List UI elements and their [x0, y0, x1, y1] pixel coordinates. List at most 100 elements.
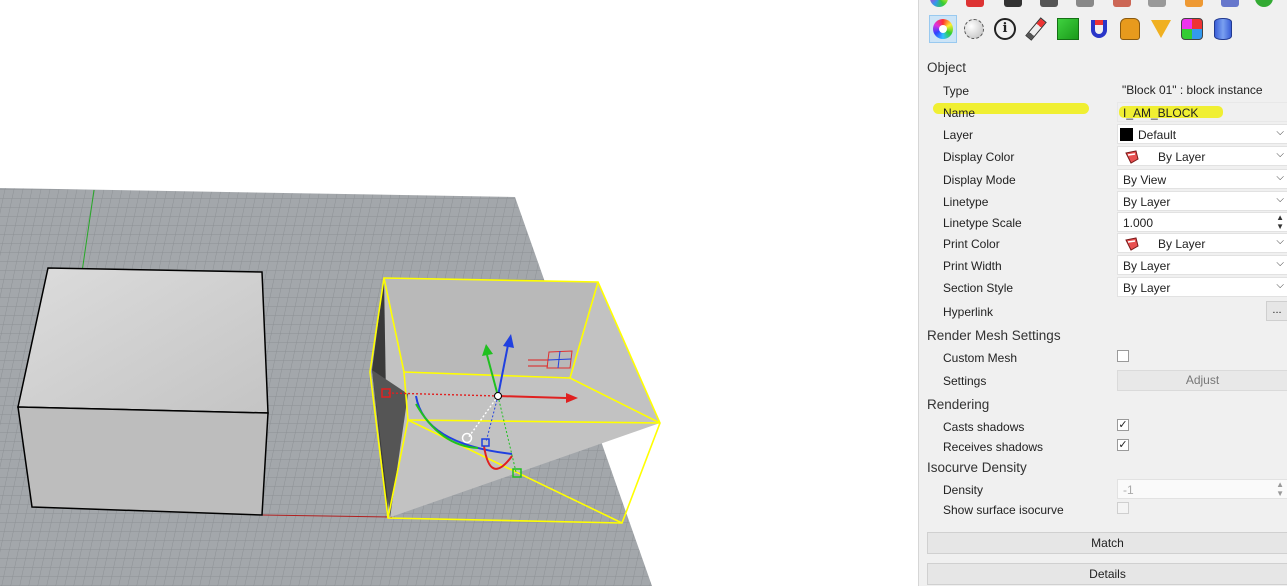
color-swatch-icon — [1125, 237, 1139, 251]
match-button[interactable]: Match — [927, 532, 1287, 554]
custom-mesh-checkbox[interactable] — [1117, 350, 1129, 362]
section-object: Object — [927, 60, 967, 75]
panel-tabs-row — [919, 0, 1287, 11]
prop-row-type: Type "Block 01" : block instance — [927, 80, 1287, 102]
chevron-down-icon: ⌵ — [1276, 258, 1284, 269]
layer-color-swatch — [1120, 128, 1133, 141]
scene-3d[interactable] — [0, 0, 918, 586]
prop-row-custom-mesh: Custom Mesh — [927, 347, 1287, 369]
show-surface-isocurve-checkbox[interactable] — [1117, 502, 1129, 514]
prop-row-mesh-settings: Settings Adjust — [927, 370, 1287, 392]
material-tab-icon[interactable] — [966, 0, 984, 7]
camera-tab-icon[interactable] — [1040, 0, 1058, 7]
density-value-text: -1 — [1123, 483, 1134, 497]
hyperlink-label: Hyperlink — [943, 305, 994, 319]
section-rendering: Rendering — [927, 397, 990, 412]
light-icon[interactable] — [1147, 15, 1175, 43]
color-wheel-icon[interactable] — [929, 15, 957, 43]
layer-dropdown[interactable]: Default ⌵ — [1117, 124, 1287, 144]
density-stepper[interactable]: -1 ▲ ▼ — [1117, 479, 1287, 499]
prop-row-linetype-scale: Linetype Scale 1.000 ▲ ▼ — [927, 212, 1287, 234]
prop-row-receives-shadows: Receives shadows ✓ — [927, 436, 1287, 458]
prop-row-density: Density -1 ▲ ▼ — [927, 479, 1287, 501]
sun-tab-icon[interactable] — [1185, 0, 1203, 7]
gumball-center[interactable] — [494, 392, 502, 400]
prop-row-hyperlink: Hyperlink ... — [927, 301, 1287, 323]
prop-row-display-mode: Display Mode By View ⌵ — [927, 169, 1287, 191]
chevron-down-icon: ⌵ — [1276, 280, 1284, 291]
box-left[interactable] — [17, 267, 269, 516]
section-render-mesh: Render Mesh Settings — [927, 328, 1061, 343]
color-swatch-icon — [1125, 150, 1139, 164]
linetype-label: Linetype — [943, 195, 989, 209]
properties-panel: i Object Type "Block 01" : block instanc… — [918, 0, 1287, 586]
mapping-icon[interactable] — [1178, 15, 1206, 43]
tool-tab-icon[interactable] — [1113, 0, 1131, 7]
prop-row-display-color: Display Color By Layer ⌵ — [927, 146, 1287, 168]
print-width-dropdown[interactable]: By Layer ⌵ — [1117, 255, 1287, 275]
linetype-scale-label: Linetype Scale — [943, 216, 1022, 230]
receives-shadows-label: Receives shadows — [943, 440, 1044, 454]
section-style-dropdown[interactable]: By Layer ⌵ — [1117, 277, 1287, 297]
chevron-down-icon: ⌵ — [1276, 172, 1284, 183]
display-color-label: Display Color — [943, 150, 1015, 164]
prop-row-print-width: Print Width By Layer ⌵ — [927, 255, 1287, 277]
viewport-perspective[interactable] — [0, 0, 918, 586]
stepper-arrows-icon[interactable]: ▲ ▼ — [1276, 213, 1284, 231]
linetype-value-text: By Layer — [1123, 195, 1171, 209]
environment-tab-icon[interactable] — [1221, 0, 1239, 7]
hyperlink-browse-button[interactable]: ... — [1266, 301, 1287, 321]
prop-row-layer: Layer Default ⌵ — [927, 124, 1287, 146]
type-label: Type — [943, 84, 970, 98]
stepper-arrows-icon[interactable]: ▲ ▼ — [1276, 480, 1284, 498]
prop-row-name: Name I_AM_BLOCK — [927, 102, 1287, 124]
display-mode-label: Display Mode — [943, 173, 1016, 187]
prop-row-casts-shadows: Casts shadows ✓ — [927, 416, 1287, 438]
material-sphere-icon[interactable] — [960, 15, 988, 43]
linetype-dropdown[interactable]: By Layer ⌵ — [1117, 191, 1287, 211]
print-width-value-text: By Layer — [1123, 259, 1171, 273]
display-mode-value-text: By View — [1123, 173, 1167, 187]
name-input-text: I_AM_BLOCK — [1123, 106, 1199, 120]
object-tab-icon[interactable] — [930, 0, 948, 7]
name-label: Name — [943, 106, 976, 120]
custom-mesh-label: Custom Mesh — [943, 351, 1018, 365]
flask-tab-icon[interactable] — [1148, 0, 1166, 7]
linetype-scale-stepper[interactable]: 1.000 ▲ ▼ — [1117, 212, 1287, 232]
section-style-value-text: By Layer — [1123, 281, 1171, 295]
render-tab-icon[interactable] — [1004, 0, 1022, 7]
database-icon[interactable] — [1209, 15, 1237, 43]
casts-shadows-label: Casts shadows — [943, 420, 1025, 434]
decal-icon[interactable] — [1116, 15, 1144, 43]
name-input[interactable]: I_AM_BLOCK — [1117, 102, 1287, 122]
info-icon[interactable]: i — [991, 15, 1019, 43]
pen-icon[interactable] — [1022, 15, 1050, 43]
globe-tab-icon[interactable] — [1255, 0, 1273, 7]
magnet-icon[interactable] — [1085, 15, 1113, 43]
display-color-dropdown[interactable]: By Layer ⌵ — [1117, 146, 1287, 166]
show-surface-isocurve-label: Show surface isocurve — [943, 503, 1064, 517]
layer-label: Layer — [943, 128, 974, 142]
section-isocurve-density: Isocurve Density — [927, 460, 1027, 475]
density-label: Density — [943, 483, 984, 497]
chevron-down-icon: ⌵ — [1276, 127, 1284, 138]
chevron-down-icon: ⌵ — [1276, 194, 1284, 205]
adjust-button[interactable]: Adjust — [1117, 370, 1287, 391]
prop-row-print-color: Print Color By Layer ⌵ — [927, 233, 1287, 255]
layer-value-text: Default — [1138, 128, 1177, 142]
casts-shadows-checkbox[interactable]: ✓ — [1117, 419, 1129, 431]
chevron-down-icon: ⌵ — [1276, 236, 1284, 247]
print-width-label: Print Width — [943, 259, 1002, 273]
print-color-label: Print Color — [943, 237, 1000, 251]
image-tab-icon[interactable] — [1076, 0, 1094, 7]
display-mode-dropdown[interactable]: By View ⌵ — [1117, 169, 1287, 189]
receives-shadows-checkbox[interactable]: ✓ — [1117, 439, 1129, 451]
prop-row-section-style: Section Style By Layer ⌵ — [927, 277, 1287, 299]
print-color-value-text: By Layer — [1158, 237, 1206, 251]
prop-row-linetype: Linetype By Layer ⌵ — [927, 191, 1287, 213]
type-value: "Block 01" : block instance — [1117, 80, 1287, 100]
print-color-dropdown[interactable]: By Layer ⌵ — [1117, 233, 1287, 253]
linetype-scale-value-text: 1.000 — [1123, 216, 1154, 230]
details-button[interactable]: Details — [927, 563, 1287, 585]
texture-icon[interactable] — [1054, 15, 1082, 43]
